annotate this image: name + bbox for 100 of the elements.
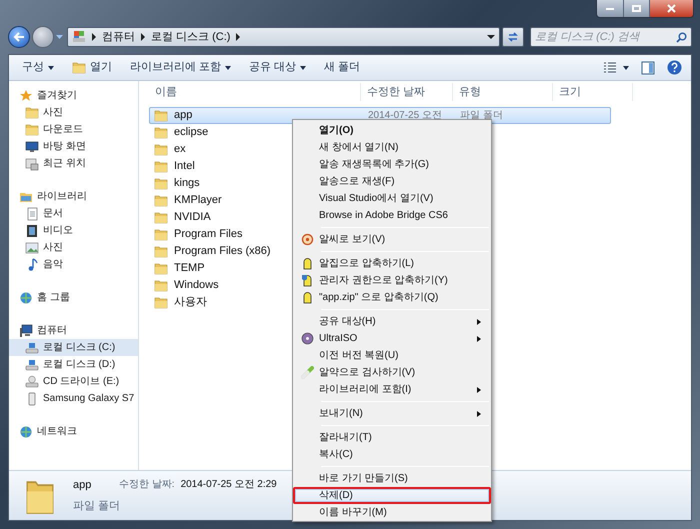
menu-item[interactable]: 보내기(N) bbox=[293, 405, 491, 422]
column-header[interactable]: 크기 bbox=[553, 83, 633, 101]
preview-pane-icon bbox=[641, 60, 655, 74]
maximize-button[interactable] bbox=[623, 0, 649, 17]
search-field[interactable]: 로컬 디스크 (C:) 검색 bbox=[530, 27, 692, 47]
menu-item[interactable]: Browse in Adobe Bridge CS6 bbox=[293, 207, 491, 224]
file-name: Intel bbox=[174, 159, 195, 174]
file-name: kings bbox=[174, 176, 200, 192]
history-caret-icon bbox=[56, 35, 63, 39]
menu-item[interactable]: 이전 버전 복원(U) bbox=[293, 347, 491, 364]
sidebar-item[interactable]: 사진 bbox=[9, 104, 138, 121]
close-button[interactable] bbox=[649, 0, 693, 17]
breadcrumb-arrow-icon bbox=[141, 33, 145, 41]
file-name: 사용자 bbox=[174, 295, 207, 310]
minimize-button[interactable] bbox=[597, 0, 623, 17]
folder-icon bbox=[25, 106, 39, 119]
sidebar-item[interactable]: 비디오 bbox=[9, 222, 138, 239]
folder-icon bbox=[154, 126, 168, 139]
drive-icon bbox=[72, 30, 86, 44]
zip-icon bbox=[300, 291, 314, 304]
menu-item[interactable]: UltraISO bbox=[293, 330, 491, 347]
type-cell-text: 파일 폴더 bbox=[459, 109, 503, 123]
folder-icon bbox=[154, 143, 168, 156]
modified-date: 2014-07-25 오전 2:29 bbox=[180, 478, 277, 492]
modified-label: 수정한 날짜: bbox=[119, 478, 175, 492]
folder-icon bbox=[154, 296, 168, 309]
submenu-arrow-icon bbox=[477, 336, 481, 342]
menu-item[interactable]: 삭제(D) bbox=[293, 487, 491, 504]
refresh-icon bbox=[507, 31, 519, 43]
column-header[interactable]: 이름 bbox=[149, 83, 361, 101]
item-name: app bbox=[73, 478, 92, 493]
toolbar-button[interactable]: 라이브러리에 포함 bbox=[123, 56, 238, 78]
menu-item[interactable]: 라이브러리에 포함(I) bbox=[293, 381, 491, 398]
sidebar-item[interactable]: 바탕 화면 bbox=[9, 138, 138, 155]
back-button[interactable] bbox=[8, 26, 30, 48]
submenu-arrow-icon bbox=[477, 410, 481, 416]
folder-icon bbox=[154, 160, 168, 173]
column-header[interactable]: 유형 bbox=[453, 83, 553, 101]
file-name: Windows bbox=[174, 278, 219, 294]
menu-item[interactable]: 알집으로 압축하기(L) bbox=[293, 255, 491, 272]
toolbar-button[interactable]: 열기 bbox=[65, 56, 119, 78]
folder-icon bbox=[154, 245, 168, 258]
sidebar-item[interactable]: 라이브러리 bbox=[9, 188, 138, 205]
maximize-icon bbox=[632, 5, 641, 12]
sidebar-item[interactable]: 컴퓨터 bbox=[9, 322, 138, 339]
breadcrumb[interactable]: 로컬 디스크 (C:) bbox=[151, 28, 230, 46]
sidebar-item[interactable]: 로컬 디스크 (D:) bbox=[9, 356, 138, 373]
item-type: 파일 폴더 bbox=[73, 498, 122, 514]
sidebar-item[interactable]: Samsung Galaxy S7 bbox=[9, 390, 138, 407]
computer-icon bbox=[19, 324, 33, 338]
file-name: eclipse bbox=[174, 125, 208, 140]
minimize-icon bbox=[606, 8, 614, 10]
menu-item[interactable]: 알씨로 보기(V) bbox=[293, 231, 491, 248]
sidebar-item[interactable]: 즐겨찾기 bbox=[9, 87, 138, 104]
menu-item[interactable]: 새 창에서 열기(N) bbox=[293, 139, 491, 156]
menu-item[interactable]: 알약으로 검사하기(V) bbox=[293, 364, 491, 381]
breadcrumb[interactable]: 컴퓨터 bbox=[102, 28, 135, 46]
toolbar-button[interactable]: 구성 bbox=[15, 56, 61, 78]
sidebar-item[interactable]: 음악 bbox=[9, 256, 138, 273]
file-name: TEMP bbox=[174, 261, 205, 276]
sidebar-item[interactable]: 홈 그룹 bbox=[9, 289, 138, 306]
refresh-button[interactable] bbox=[502, 27, 524, 47]
column-header[interactable]: 수정한 날짜 bbox=[361, 83, 453, 101]
sidebar-item[interactable]: 최근 위치 bbox=[9, 155, 138, 172]
toolbar-button[interactable]: 새 폴더 bbox=[317, 56, 368, 78]
sidebar-item[interactable]: 문서 bbox=[9, 205, 138, 222]
folder-icon bbox=[154, 279, 168, 292]
dropdown-caret-icon bbox=[300, 66, 306, 70]
dropdown-caret-icon bbox=[623, 66, 629, 70]
dropdown-caret-icon bbox=[487, 35, 495, 39]
menu-item[interactable]: 잘라내기(T) bbox=[293, 429, 491, 446]
menu-item[interactable]: 이름 바꾸기(M) bbox=[293, 504, 491, 521]
breadcrumb-arrow-icon bbox=[236, 33, 240, 41]
sidebar-item[interactable]: 사진 bbox=[9, 239, 138, 256]
document-icon bbox=[25, 206, 39, 220]
folder-icon bbox=[154, 262, 168, 275]
menu-item[interactable]: 알송으로 재생(F) bbox=[293, 173, 491, 190]
menu-item[interactable]: Visual Studio에서 열기(V) bbox=[293, 190, 491, 207]
menu-item[interactable]: 관리자 권한으로 압축하기(Y) bbox=[293, 272, 491, 289]
menu-item[interactable]: 알송 재생목록에 추가(G) bbox=[293, 156, 491, 173]
file-name: KMPlayer bbox=[174, 193, 222, 208]
menu-item[interactable]: 공유 대상(H) bbox=[293, 313, 491, 330]
menu-item[interactable]: 열기(O) bbox=[293, 122, 491, 139]
menu-item[interactable]: 복사(C) bbox=[293, 446, 491, 463]
pill-icon bbox=[300, 366, 314, 379]
file-name: Program Files (x86) bbox=[174, 244, 271, 260]
folder-icon bbox=[72, 61, 86, 74]
forward-button[interactable] bbox=[32, 26, 54, 48]
sidebar-item[interactable]: 로컬 디스크 (C:) bbox=[9, 339, 138, 356]
star-icon bbox=[19, 88, 33, 102]
sidebar-item[interactable]: 네트워크 bbox=[9, 423, 138, 440]
toolbar-button[interactable]: 공유 대상 bbox=[242, 56, 314, 78]
date-cell-text: 2014-07-25 오전 bbox=[367, 109, 443, 123]
dropdown-caret-icon bbox=[225, 66, 232, 70]
address-bar[interactable]: 컴퓨터 로컬 디스크 (C:) bbox=[67, 27, 500, 47]
sidebar-item[interactable]: CD 드라이브 (E:) bbox=[9, 373, 138, 390]
menu-item[interactable]: "app.zip" 으로 압축하기(Q) bbox=[293, 289, 491, 306]
menu-item[interactable]: 바로 가기 만들기(S) bbox=[293, 470, 491, 487]
sidebar-item[interactable]: 다운로드 bbox=[9, 121, 138, 138]
back-arrow-icon bbox=[13, 32, 25, 42]
